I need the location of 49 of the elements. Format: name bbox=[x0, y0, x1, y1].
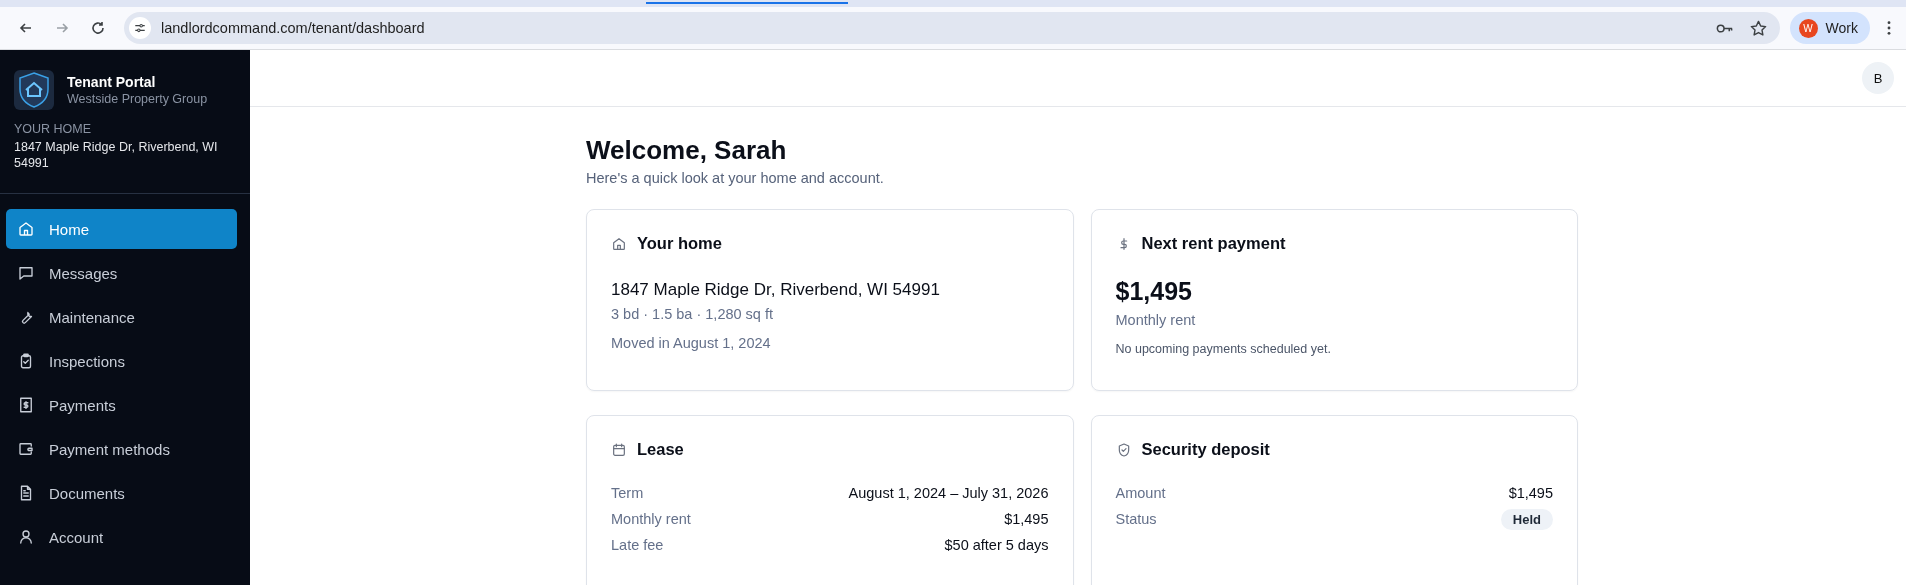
profile-button[interactable]: W Work bbox=[1789, 12, 1870, 44]
house-icon bbox=[611, 235, 627, 252]
company-name: Westside Property Group bbox=[67, 92, 208, 106]
address: 1847 Maple Ridge Dr, Riverbend, WI 54991 bbox=[611, 280, 941, 300]
section-label: YOUR HOME bbox=[13, 121, 93, 136]
card-title: Lease bbox=[637, 440, 684, 459]
bookmark-star-icon[interactable] bbox=[1748, 18, 1768, 38]
site-settings-icon[interactable] bbox=[129, 17, 151, 39]
nav-item[interactable]: Messages bbox=[6, 253, 237, 293]
calendar-icon bbox=[611, 441, 627, 458]
nav-item[interactable]: Inspections bbox=[6, 341, 237, 381]
move-in-date: Moved in August 1, 2024 bbox=[611, 335, 772, 351]
status-badge: Held bbox=[1500, 508, 1553, 530]
user-icon bbox=[17, 528, 35, 546]
nav-item[interactable]: Account bbox=[6, 517, 237, 557]
home-address: 1847 Maple Ridge Dr, Riverbend, WI 54991 bbox=[13, 139, 219, 171]
field-label: Term bbox=[611, 485, 644, 501]
field-value: $1,495 bbox=[1004, 511, 1049, 527]
rent-amount: $1,495 bbox=[1115, 277, 1193, 306]
field-value: August 1, 2024 – July 31, 2026 bbox=[848, 485, 1049, 501]
speech-bubble-icon bbox=[17, 264, 35, 282]
amount-label: Monthly rent bbox=[1115, 312, 1197, 328]
page-subtitle: Here's a quick look at your home and account. bbox=[586, 170, 885, 186]
receipt-icon bbox=[17, 396, 35, 414]
field-label: Late fee bbox=[611, 537, 664, 553]
card-title: Next rent payment bbox=[1141, 234, 1286, 253]
nav-item[interactable]: Payment methods bbox=[6, 429, 237, 469]
nav-item[interactable]: Home bbox=[6, 209, 237, 249]
field-label: Status bbox=[1115, 511, 1157, 527]
wallet-icon bbox=[17, 440, 35, 458]
field-value: $50 after 5 days bbox=[944, 537, 1049, 553]
house-icon bbox=[17, 220, 35, 238]
card-title: Security deposit bbox=[1141, 440, 1270, 459]
card-title: Your home bbox=[637, 234, 722, 253]
shield-house-logo-icon bbox=[14, 70, 54, 110]
page-title: Welcome, Sarah bbox=[586, 135, 788, 166]
home-details: 3 bd · 1.5 ba · 1,280 sq ft bbox=[611, 306, 775, 322]
nav-item[interactable]: Documents bbox=[6, 473, 237, 513]
field-label: Monthly rent bbox=[611, 511, 691, 527]
payment-note: No upcoming payments scheduled yet. bbox=[1115, 342, 1332, 356]
app-title: Tenant Portal bbox=[67, 74, 157, 90]
nav-item[interactable]: Maintenance bbox=[6, 297, 237, 337]
field-label: Amount bbox=[1115, 485, 1166, 501]
user-avatar[interactable]: B bbox=[1862, 62, 1894, 94]
field-value: $1,495 bbox=[1508, 485, 1553, 501]
url-text: landlordcommand.com/tenant/dashboard bbox=[161, 20, 425, 36]
menu-icon[interactable] bbox=[1886, 20, 1892, 36]
address-bar[interactable]: landlordcommand.com/tenant/dashboard bbox=[124, 12, 1780, 44]
nav-item[interactable]: Payments bbox=[6, 385, 237, 425]
